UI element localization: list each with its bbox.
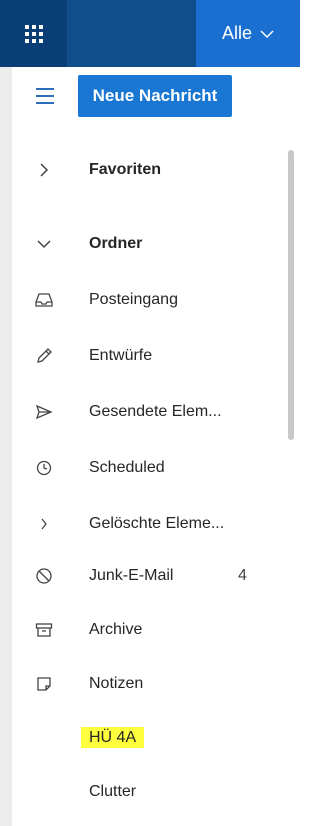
folder-item-junk[interactable]: Junk-E-Mail 4 (12, 558, 288, 594)
folder-item-deleted[interactable]: Gelöschte Eleme... (12, 506, 288, 542)
folder-label: HÜ 4A (81, 727, 145, 748)
chevron-right-icon[interactable] (34, 514, 54, 534)
folder-item-drafts[interactable]: Entwürfe (12, 338, 288, 374)
folder-label: Scheduled (89, 459, 165, 476)
scrollbar[interactable] (288, 150, 294, 440)
waffle-icon (24, 24, 43, 43)
note-icon (34, 674, 54, 694)
unread-count-badge: 4 (238, 567, 247, 584)
folders-label: Ordner (89, 235, 143, 252)
folder-label: Notizen (89, 675, 144, 692)
folder-label: Junk-E-Mail (89, 567, 174, 584)
top-bar: Alle (0, 0, 300, 67)
folder-item-hue-4a[interactable]: HÜ 4A (12, 720, 288, 756)
folder-label: Posteingang (89, 291, 178, 308)
chevron-down-icon (34, 234, 54, 254)
app-launcher-button[interactable] (0, 0, 67, 67)
folder-item-clutter[interactable]: Clutter (12, 774, 288, 810)
clock-icon (34, 458, 54, 478)
blocked-icon (34, 566, 54, 586)
pencil-icon (34, 346, 54, 366)
folder-item-scheduled[interactable]: Scheduled (12, 450, 288, 486)
archive-icon (34, 620, 54, 640)
send-icon (34, 402, 54, 422)
folder-item-inbox[interactable]: Posteingang (12, 282, 288, 318)
folder-label: Gelöschte Eleme... (89, 515, 225, 532)
folder-label: Gesendete Elem... (89, 403, 222, 420)
chevron-right-icon (34, 160, 54, 180)
folder-label: Clutter (89, 783, 137, 800)
folder-item-notes[interactable]: Notizen (12, 666, 288, 702)
folder-item-sent[interactable]: Gesendete Elem... (12, 394, 288, 430)
inbox-icon (34, 290, 54, 310)
new-message-button[interactable]: Neue Nachricht (78, 75, 232, 117)
chevron-down-icon (260, 23, 274, 44)
folder-label: Archive (89, 621, 143, 638)
folders-section-header[interactable]: Ordner (12, 226, 288, 262)
search-scope-label: Alle (221, 23, 252, 43)
favorites-section-header[interactable]: Favoriten (12, 152, 288, 188)
left-margin (0, 67, 12, 826)
hamburger-icon[interactable] (36, 88, 54, 104)
folder-label: Entwürfe (89, 347, 153, 364)
search-scope-dropdown[interactable]: Alle (196, 0, 300, 67)
outlook-folder-pane: Alle Neue Nachricht Favoriten Ordner Pos… (0, 0, 300, 826)
favorites-label: Favoriten (89, 161, 162, 178)
folder-item-archive[interactable]: Archive (12, 612, 288, 648)
